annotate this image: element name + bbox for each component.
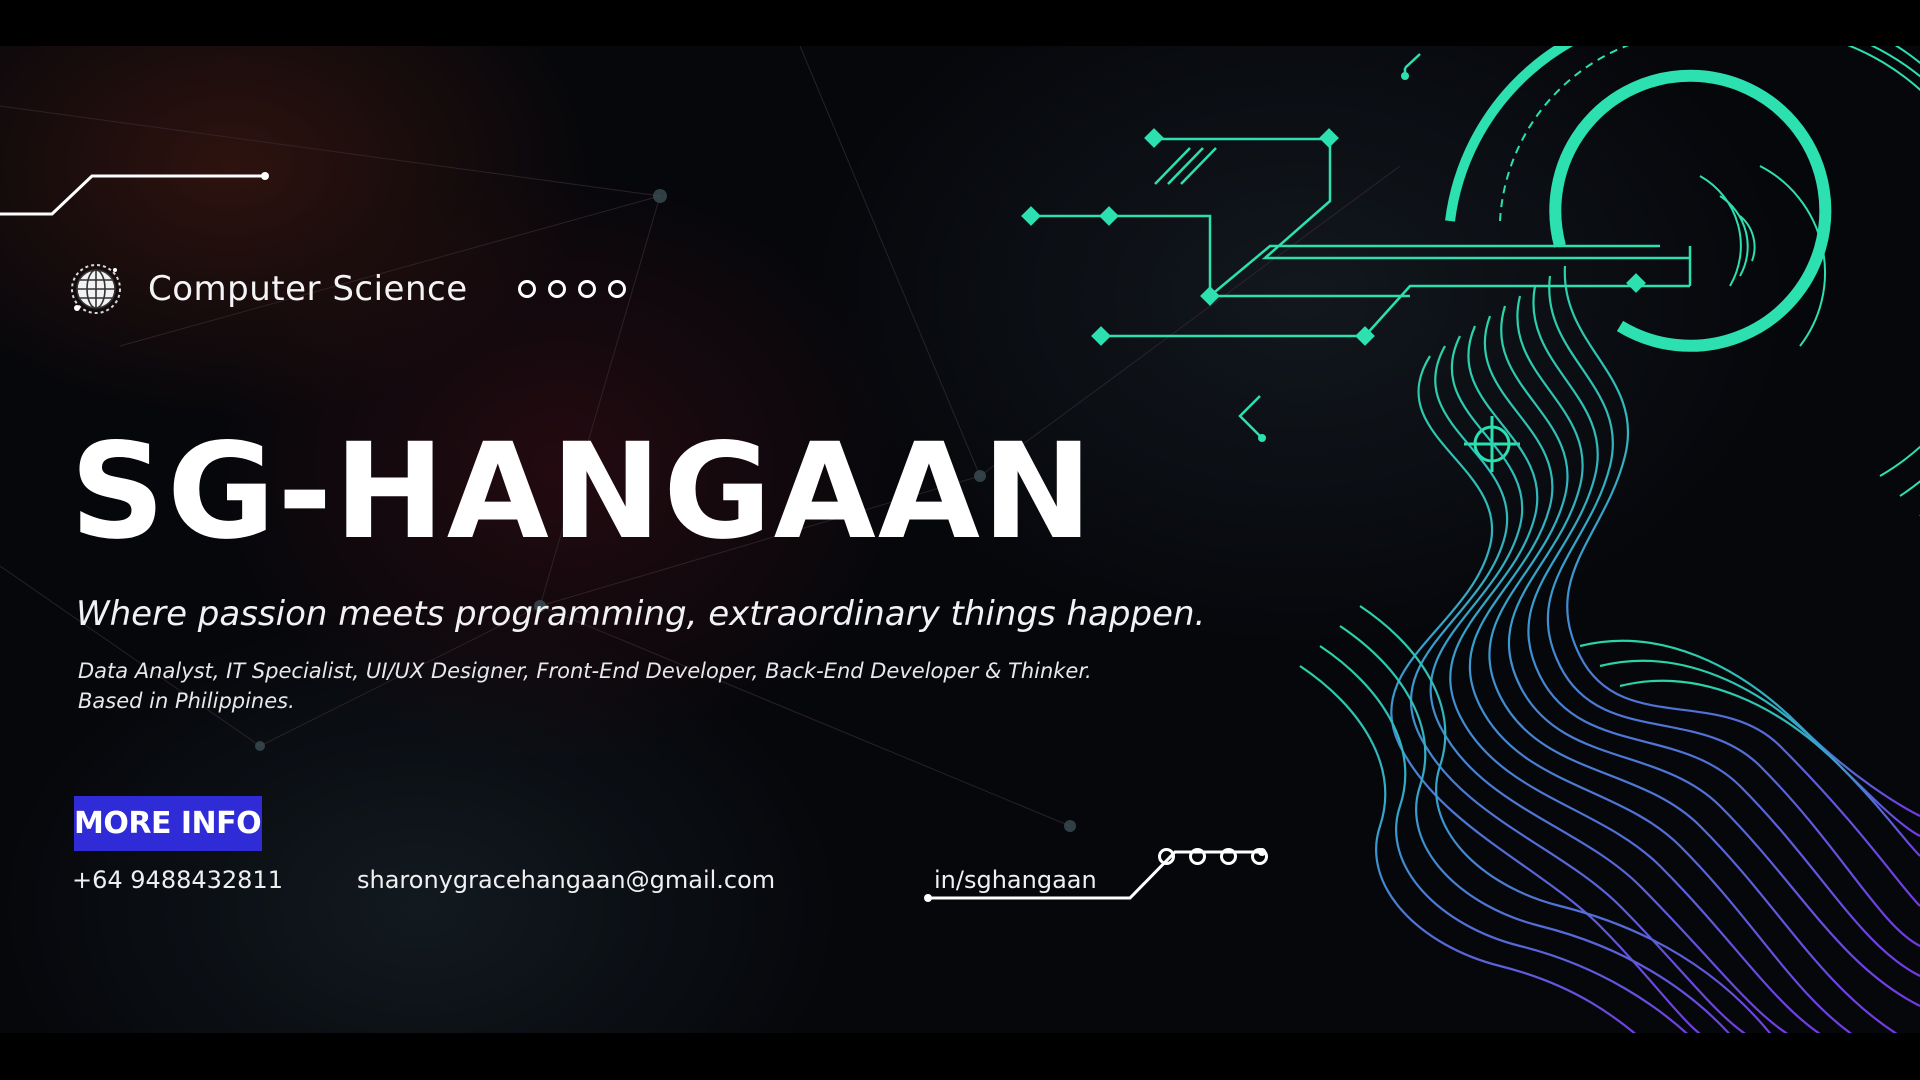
corner-line-top-dot [261,172,269,180]
dot-1 [1158,848,1175,865]
roles-line-2: Based in Philippines. [78,689,295,713]
corner-line-top [0,174,265,216]
roles-description: Data Analyst, IT Specialist, UI/UX Desig… [78,656,1178,716]
dot-4 [1251,848,1268,865]
tagline: Where passion meets programming, extraor… [76,594,1206,634]
roles-line-1: Data Analyst, IT Specialist, UI/UX Desig… [78,659,1092,683]
more-info-button[interactable]: MORE INFO [74,796,262,851]
dot-3 [577,280,596,298]
dot-2 [547,280,566,298]
waveform-graphic [1299,265,1920,1033]
concentric-arcs [1445,46,1920,516]
letterbox-top [0,0,1920,46]
category-label: Computer Science [148,269,468,309]
decorative-dots-top [517,280,626,298]
letterbox-bottom [0,1033,1920,1080]
decorative-dots-bottom [1158,848,1268,865]
dot-4 [607,280,626,298]
contact-linkedin[interactable]: in/sghangaan [934,866,1097,894]
category-row: Computer Science [70,264,626,314]
dot-3 [1220,848,1237,865]
dot-2 [1189,848,1206,865]
hero-slide: Computer Science SG-HANGAAN Where passio… [0,46,1920,1033]
dot-1 [517,280,536,298]
corner-line-bottom-start [924,894,932,902]
page-title: SG-HANGAAN [70,415,1095,569]
globe-icon [71,264,121,314]
contact-email[interactable]: sharonygracehangaan@gmail.com [357,866,775,894]
contact-phone: +64 9488432811 [72,866,283,894]
